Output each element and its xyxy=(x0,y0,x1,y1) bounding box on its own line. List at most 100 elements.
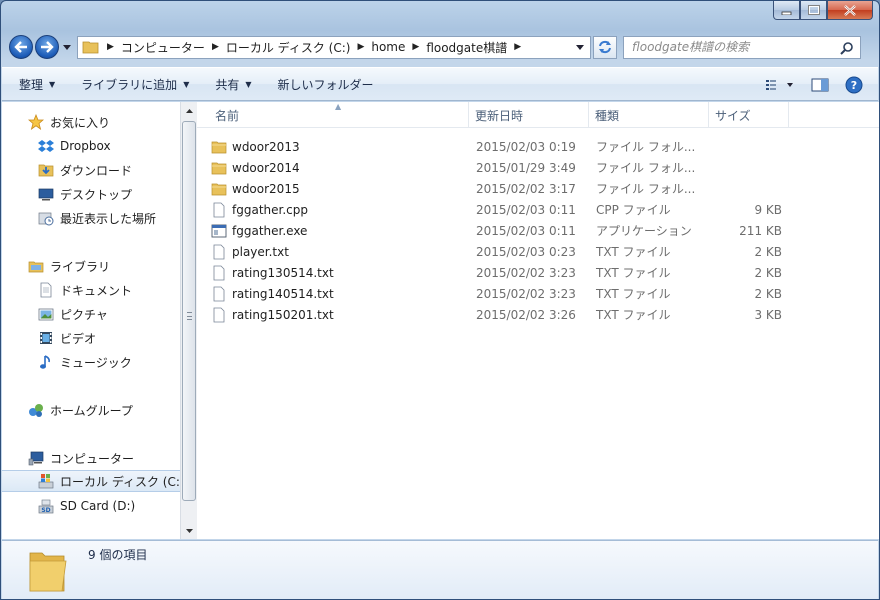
breadcrumb-separator[interactable]: ▶ xyxy=(104,37,117,58)
file-date: 2015/02/03 0:11 xyxy=(476,202,576,217)
file-row[interactable]: player.txt 2015/02/03 0:23 TXT ファイル 2 KB xyxy=(211,241,791,262)
file-name: fggather.exe xyxy=(232,223,308,238)
nav-libraries[interactable]: ライブラリ xyxy=(2,255,180,277)
file-name: wdoor2014 xyxy=(232,160,300,175)
chevron-down-icon: ▼ xyxy=(183,79,190,89)
folder-icon xyxy=(211,160,227,176)
refresh-button[interactable] xyxy=(593,35,617,59)
nav-dropbox[interactable]: Dropbox xyxy=(2,135,180,157)
new-folder-button[interactable]: 新しいフォルダー xyxy=(269,72,383,96)
help-button[interactable]: ? xyxy=(840,73,868,97)
chevron-down-icon xyxy=(576,44,584,50)
scroll-thumb[interactable] xyxy=(182,121,196,501)
nav-local-disk[interactable]: ローカル ディスク (C:) xyxy=(2,470,180,492)
organize-menu[interactable]: 整理 ▼ xyxy=(10,72,64,96)
column-header-name[interactable]: 名前 ▲ xyxy=(197,102,469,128)
file-size: 3 KB xyxy=(754,307,782,322)
close-button[interactable] xyxy=(827,1,873,20)
file-type: アプリケーション xyxy=(596,224,692,238)
back-button[interactable] xyxy=(9,35,33,59)
breadcrumb-home[interactable]: home xyxy=(367,37,409,58)
navigation-pane: お気に入り Dropbox ダウンロード デスクトップ 最近表示した場所 ライブ… xyxy=(2,102,180,539)
nav-computer[interactable]: コンピューター xyxy=(2,447,180,469)
breadcrumb-local-disk[interactable]: ローカル ディスク (C:) xyxy=(222,37,355,58)
preview-pane-button[interactable] xyxy=(806,73,834,97)
file-size: 9 KB xyxy=(754,202,782,217)
file-size: 2 KB xyxy=(754,286,782,301)
address-dropdown[interactable] xyxy=(570,37,590,58)
column-header-size[interactable]: サイズ xyxy=(709,102,789,128)
nav-recent-places[interactable]: 最近表示した場所 xyxy=(2,207,180,229)
file-row[interactable]: fggather.exe 2015/02/03 0:11 アプリケーション 21… xyxy=(211,220,791,241)
nav-music[interactable]: ミュージック xyxy=(2,351,180,373)
item-count: 9 個の項目 xyxy=(88,548,148,562)
file-date: 2015/02/02 3:17 xyxy=(476,181,576,196)
scroll-up-button[interactable] xyxy=(181,102,198,119)
forward-button[interactable] xyxy=(35,35,59,59)
file-list: 名前 ▲ 更新日時 種類 サイズ wdoor2013 2015/02/03 0:… xyxy=(197,102,879,539)
document-icon xyxy=(211,202,227,218)
breadcrumb-separator[interactable]: ▶ xyxy=(511,37,524,58)
chevron-down-icon xyxy=(63,44,71,50)
folder-icon xyxy=(211,139,227,155)
file-type: CPP ファイル xyxy=(596,203,671,217)
file-row[interactable]: rating140514.txt 2015/02/02 3:23 TXT ファイ… xyxy=(211,283,791,304)
nav-sd-card[interactable]: SD SD Card (D:) xyxy=(2,495,180,517)
nav-downloads[interactable]: ダウンロード xyxy=(2,159,180,181)
column-type-label: 種類 xyxy=(595,108,620,123)
file-name: rating130514.txt xyxy=(232,265,334,280)
column-header-modified[interactable]: 更新日時 xyxy=(469,102,589,128)
nav-recent-places-label: 最近表示した場所 xyxy=(60,211,157,226)
chevron-up-icon xyxy=(186,108,193,113)
scroll-down-button[interactable] xyxy=(181,522,198,539)
minimize-button[interactable] xyxy=(773,1,800,20)
file-row[interactable]: fggather.cpp 2015/02/03 0:11 CPP ファイル 9 … xyxy=(211,199,791,220)
grip-icon xyxy=(187,312,192,320)
breadcrumb-separator[interactable]: ▶ xyxy=(354,37,367,58)
file-name: rating140514.txt xyxy=(232,286,334,301)
nav-desktop[interactable]: デスクトップ xyxy=(2,183,180,205)
file-name: rating150201.txt xyxy=(232,307,334,322)
svg-text:?: ? xyxy=(851,79,857,92)
details-pane: 9 個の項目 xyxy=(2,540,878,599)
nav-videos[interactable]: ビデオ xyxy=(2,327,180,349)
file-size: 2 KB xyxy=(754,265,782,280)
breadcrumb-separator[interactable]: ▶ xyxy=(409,37,422,58)
maximize-button[interactable] xyxy=(800,1,827,20)
address-bar[interactable]: ▶ コンピューター ▶ ローカル ディスク (C:) ▶ home ▶ floo… xyxy=(77,35,591,59)
column-header-type[interactable]: 種類 xyxy=(589,102,709,128)
share-menu[interactable]: 共有 ▼ xyxy=(206,72,260,96)
documents-icon xyxy=(38,282,54,298)
nav-favorites[interactable]: お気に入り xyxy=(2,111,180,133)
nav-documents-label: ドキュメント xyxy=(60,283,133,298)
column-headers: 名前 ▲ 更新日時 種類 サイズ xyxy=(197,102,879,128)
breadcrumb-floodgate[interactable]: floodgate棋譜 xyxy=(422,37,511,58)
search-input[interactable] xyxy=(632,40,832,54)
change-view-button[interactable] xyxy=(760,73,800,97)
file-row[interactable]: rating150201.txt 2015/02/02 3:26 TXT ファイ… xyxy=(211,304,791,325)
nav-homegroup[interactable]: ホームグループ xyxy=(2,399,180,421)
file-row[interactable]: wdoor2014 2015/01/29 3:49 ファイル フォル... xyxy=(211,157,791,178)
include-library-menu[interactable]: ライブラリに追加 ▼ xyxy=(72,72,198,96)
file-row[interactable]: rating130514.txt 2015/02/02 3:23 TXT ファイ… xyxy=(211,262,791,283)
search-icon[interactable] xyxy=(840,41,854,55)
file-date: 2015/02/02 3:26 xyxy=(476,307,576,322)
nav-documents[interactable]: ドキュメント xyxy=(2,279,180,301)
nav-pane-scrollbar[interactable] xyxy=(180,102,197,539)
nav-pictures[interactable]: ピクチャ xyxy=(2,303,180,325)
chevron-down-icon: ▼ xyxy=(49,79,56,89)
recent-pages-dropdown[interactable] xyxy=(61,35,73,59)
search-box[interactable] xyxy=(623,35,861,59)
file-date: 2015/02/02 3:23 xyxy=(476,265,576,280)
file-name: wdoor2015 xyxy=(232,181,300,196)
breadcrumb-separator[interactable]: ▶ xyxy=(209,37,222,58)
dropbox-icon xyxy=(38,138,54,154)
nav-local-disk-label: ローカル ディスク (C:) xyxy=(60,474,180,489)
recent-places-icon xyxy=(38,210,54,226)
download-folder-icon xyxy=(38,162,54,178)
file-row[interactable]: wdoor2013 2015/02/03 0:19 ファイル フォル... xyxy=(211,136,791,157)
forward-arrow-icon xyxy=(41,41,54,53)
file-type: TXT ファイル xyxy=(596,287,671,301)
breadcrumb-computer[interactable]: コンピューター xyxy=(117,37,209,58)
file-row[interactable]: wdoor2015 2015/02/02 3:17 ファイル フォル... xyxy=(211,178,791,199)
